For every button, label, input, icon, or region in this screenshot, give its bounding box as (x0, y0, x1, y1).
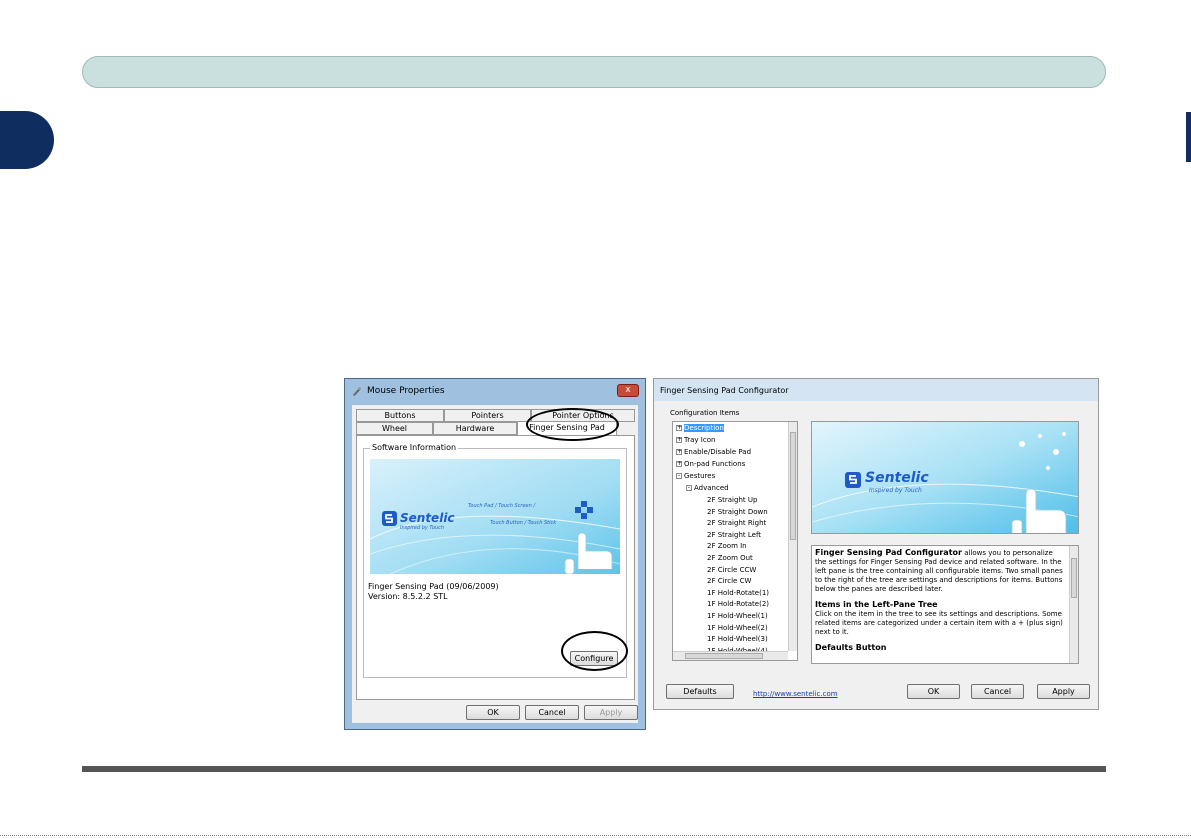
apply-button[interactable]: Apply (584, 705, 638, 720)
tree-item-enable-disable-pad[interactable]: + Enable/Disable Pad (676, 448, 751, 456)
tab-highlight-ellipse (526, 408, 619, 441)
page-edge-line (0, 835, 1191, 836)
tree-item-gesture[interactable]: 2F Straight Down (707, 508, 768, 516)
desc-heading-configurator: Finger Sensing Pad Configurator (815, 548, 962, 557)
expand-icon[interactable]: + (676, 437, 682, 443)
tab-buttons[interactable]: Buttons (356, 409, 444, 422)
tree-item-gesture[interactable]: 2F Zoom Out (707, 554, 753, 562)
description-text: Finger Sensing Pad Configurator allows y… (815, 548, 1063, 659)
mouse-icon (353, 387, 361, 396)
expand-icon[interactable]: + (676, 449, 682, 455)
banner-tagline: Inspired by Touch (869, 487, 922, 494)
scrollbar-thumb[interactable] (790, 432, 796, 540)
desc-body-left-pane: Click on the item in the tree to see its… (815, 610, 1063, 636)
title-bar: Finger Sensing Pad Configurator (654, 379, 1098, 401)
desc-heading-left-pane: Items in the Left-Pane Tree (815, 600, 938, 609)
dialog-body: Buttons Pointers Pointer Options Wheel H… (352, 405, 638, 723)
page-header-bar (82, 56, 1106, 88)
ok-button[interactable]: OK (907, 684, 960, 699)
expand-icon[interactable]: + (676, 461, 682, 467)
tree-item-gesture[interactable]: 2F Straight Right (707, 519, 766, 527)
tree-item-gesture[interactable]: 1F Hold-Rotate(1) (707, 589, 769, 597)
dialog-title: Mouse Properties (367, 386, 445, 396)
description-scrollbar[interactable] (1069, 546, 1078, 663)
tree-item-gesture[interactable]: 2F Straight Up (707, 496, 757, 504)
ok-button[interactable]: OK (466, 705, 520, 720)
tree-item-gesture[interactable]: 2F Circle CCW (707, 566, 756, 574)
title-bar: Mouse Properties x (345, 379, 645, 403)
collapse-icon[interactable]: - (686, 485, 692, 491)
tree-item-gesture[interactable]: 1F Hold-Wheel(1) (707, 612, 768, 620)
close-button[interactable]: x (617, 384, 639, 397)
banner-brand: Sentelic (400, 511, 455, 525)
configure-highlight-ellipse (561, 631, 628, 671)
tree-vertical-scrollbar[interactable] (788, 422, 797, 651)
apply-button[interactable]: Apply (1037, 684, 1090, 699)
page-edge-mark (1186, 112, 1191, 162)
tree-item-gesture[interactable]: 1F Hold-Rotate(2) (707, 600, 769, 608)
tree-item-description[interactable]: + Description (676, 424, 724, 432)
sentelic-banner-art (812, 422, 1078, 533)
banner-product-line1: Touch Pad / Touch Screen / (468, 503, 536, 509)
expand-icon[interactable]: + (676, 425, 682, 431)
scrollbar-thumb[interactable] (1071, 558, 1077, 598)
tree-item-gesture[interactable]: 2F Circle CW (707, 577, 751, 585)
banner-product-line2: Touch Button / Touch Stick (490, 520, 557, 526)
dialog-title: Finger Sensing Pad Configurator (660, 386, 789, 395)
tree-item-gestures[interactable]: - Gestures (676, 472, 715, 480)
tree-item-gesture[interactable]: 2F Zoom In (707, 542, 747, 550)
desc-heading-defaults: Defaults Button (815, 643, 887, 652)
tree-item-gesture[interactable]: 2F Straight Left (707, 531, 761, 539)
chapter-tab (0, 111, 54, 169)
sentelic-banner: Sentelic Inspired by Touch Touch Pad / T… (370, 459, 620, 574)
banner-tagline: Inspired by Touch (400, 525, 445, 531)
configuration-items-label: Configuration Items (670, 409, 740, 417)
sentelic-link[interactable]: http://www.sentelic.com (753, 690, 838, 698)
defaults-button[interactable]: Defaults (666, 684, 734, 699)
tree-item-gesture[interactable]: 1F Hold-Wheel(3) (707, 635, 768, 643)
collapse-icon[interactable]: - (676, 473, 682, 479)
driver-name: Finger Sensing Pad (09/06/2009) (368, 582, 499, 591)
driver-version: Version: 8.5.2.2 STL (368, 592, 448, 601)
tree-item-advanced[interactable]: - Advanced (686, 484, 729, 492)
tree-item-tray-icon[interactable]: + Tray Icon (676, 436, 715, 444)
cancel-button[interactable]: Cancel (971, 684, 1024, 699)
description-pane: Finger Sensing Pad Configurator allows y… (811, 545, 1079, 664)
sentelic-banner: Sentelic Inspired by Touch (811, 421, 1079, 534)
cancel-button[interactable]: Cancel (525, 705, 579, 720)
configurator-dialog: Finger Sensing Pad Configurator Configur… (653, 378, 1099, 710)
footer-rule (82, 766, 1106, 772)
tree-item-on-pad-functions[interactable]: + On-pad Functions (676, 460, 745, 468)
tree-horizontal-scrollbar[interactable] (673, 651, 788, 660)
configuration-tree[interactable]: + Description + Tray Icon + Enable/Disable … (672, 421, 798, 661)
tree-item-gesture[interactable]: 1F Hold-Wheel(2) (707, 624, 768, 632)
scrollbar-thumb[interactable] (685, 653, 763, 659)
group-label: Software Information (370, 443, 459, 452)
tab-hardware[interactable]: Hardware (433, 422, 517, 435)
tab-wheel[interactable]: Wheel (356, 422, 433, 435)
banner-brand: Sentelic (865, 470, 929, 486)
